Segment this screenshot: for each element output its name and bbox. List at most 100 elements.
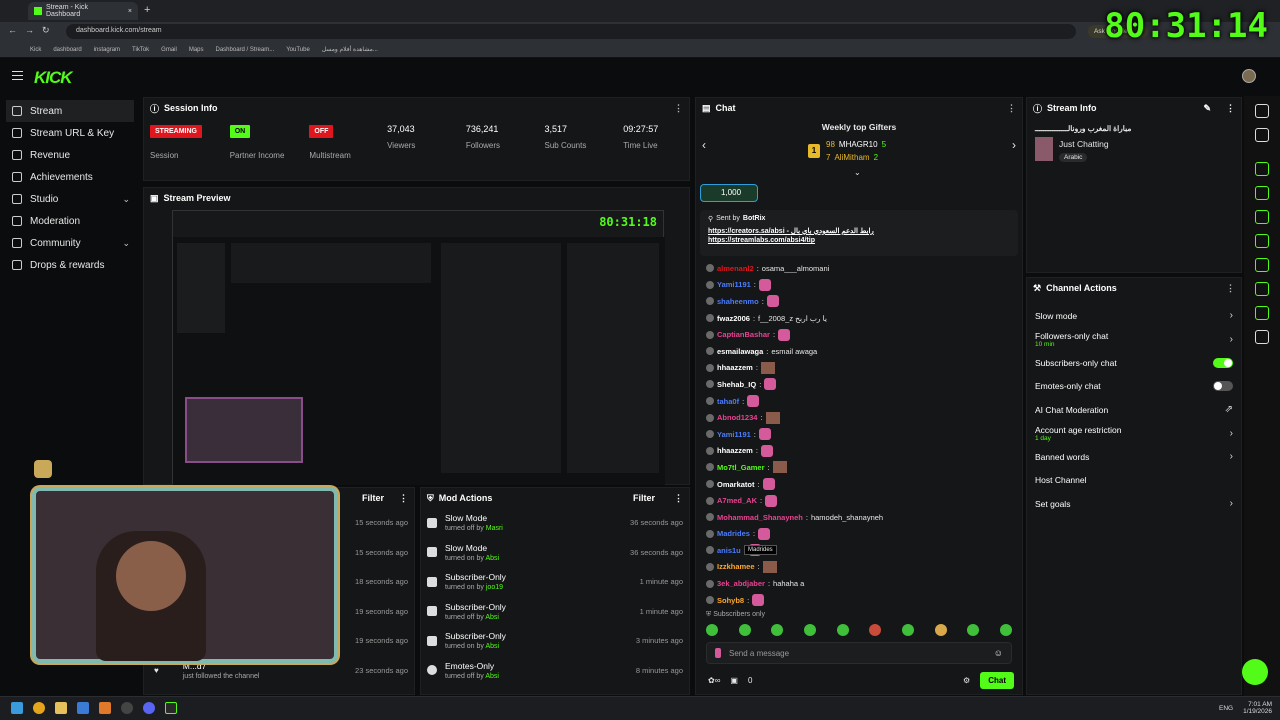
- chat-input-box[interactable]: Send a message ☺: [706, 642, 1012, 664]
- emote-shortcut-icon[interactable]: [836, 624, 849, 636]
- settings-icon[interactable]: ⚙: [963, 676, 970, 685]
- support-chat-button[interactable]: [1242, 659, 1268, 685]
- gifter-name[interactable]: AliMitham: [834, 153, 869, 162]
- emote-shortcut-icon[interactable]: [771, 624, 784, 636]
- community-icon[interactable]: [1255, 330, 1269, 344]
- more-icon[interactable]: ⋮: [674, 493, 683, 504]
- chat-username[interactable]: Mohammad_Shanayneh: [717, 513, 803, 522]
- mod-action-user[interactable]: Masri: [486, 525, 503, 532]
- gift-icon[interactable]: ▣: [730, 676, 738, 685]
- sidebar-item-studio[interactable]: Studio ⌄: [0, 188, 140, 210]
- chat-username[interactable]: almenanl2: [717, 264, 754, 273]
- edit-icon[interactable]: ✎: [1203, 103, 1211, 114]
- chat-username[interactable]: shaheenmo: [717, 297, 759, 306]
- chat-username[interactable]: Shehab_IQ: [717, 380, 756, 389]
- chat-username[interactable]: Yami1191: [717, 430, 751, 439]
- forward-icon[interactable]: →: [25, 25, 42, 35]
- obs-icon[interactable]: [121, 702, 133, 714]
- bookmark-3[interactable]: TikTok: [132, 47, 149, 53]
- broadcast-icon[interactable]: [1255, 258, 1269, 272]
- chat-username[interactable]: Abnod1234: [717, 413, 757, 422]
- bookmark-2[interactable]: instagram: [94, 47, 120, 53]
- next-gifters-icon[interactable]: ›: [1012, 138, 1016, 152]
- browser-tab[interactable]: Stream - Kick Dashboard ×: [28, 2, 138, 20]
- chat-username[interactable]: hhaazzem: [717, 363, 753, 372]
- chat-username[interactable]: hhaazzem: [717, 446, 753, 455]
- filter-button[interactable]: Filter: [362, 493, 384, 503]
- emote-shortcut-icon[interactable]: [999, 624, 1012, 636]
- pinned-text[interactable]: https://creators.sa/absi - رابط الدعم ال…: [708, 227, 1010, 235]
- chat-username[interactable]: Omarkatot: [717, 480, 755, 489]
- bookmark-4[interactable]: Gmail: [161, 47, 177, 53]
- lightning-icon[interactable]: [1255, 186, 1269, 200]
- stream-preview-video[interactable]: 80:31:18: [172, 210, 665, 485]
- pinned-link[interactable]: https://streamlabs.com/absi4/tip: [708, 237, 1010, 244]
- emote-shortcut-icon[interactable]: [738, 624, 751, 636]
- more-icon[interactable]: ⋮: [399, 493, 408, 504]
- store-icon[interactable]: [77, 702, 89, 714]
- menu-icon[interactable]: [12, 71, 23, 80]
- kicks-pill[interactable]: 1,000: [700, 184, 758, 202]
- windows-start-icon[interactable]: [11, 702, 23, 714]
- chat-username[interactable]: Izzkhamee: [717, 562, 755, 571]
- kick-logo[interactable]: KICK: [34, 68, 73, 88]
- info-icon[interactable]: [1255, 104, 1269, 118]
- set-goals-action[interactable]: Set goals ›: [1027, 492, 1241, 516]
- bookmark-6[interactable]: Dashboard / Stream...: [216, 47, 275, 53]
- chat-username[interactable]: 3ek_abdjaber: [717, 579, 765, 588]
- reload-icon[interactable]: ↻: [42, 25, 58, 35]
- user-avatar[interactable]: [1242, 69, 1256, 83]
- bookmark-8[interactable]: مشاهدة أفلام ومسل...: [322, 46, 378, 53]
- back-icon[interactable]: ←: [8, 25, 25, 35]
- sidebar-item-revenue[interactable]: Revenue: [0, 144, 140, 166]
- subscribers-only-toggle[interactable]: [1213, 357, 1233, 368]
- stream-category[interactable]: Just Chatting: [1059, 139, 1109, 149]
- emotes-only-toggle[interactable]: [1213, 381, 1233, 392]
- chat-username[interactable]: Yami1191: [717, 280, 751, 289]
- emote-shortcut-icon[interactable]: [803, 624, 816, 636]
- chat-username[interactable]: Sohyb8: [717, 596, 744, 605]
- emote-shortcut-icon[interactable]: [901, 624, 914, 636]
- mod-action-user[interactable]: Absi: [485, 614, 499, 621]
- send-chat-button[interactable]: Chat: [980, 672, 1014, 689]
- followers-only-action[interactable]: Followers-only chat 10 min ›: [1027, 328, 1241, 352]
- sidebar-item-moderation[interactable]: Moderation: [0, 210, 140, 232]
- camera-icon[interactable]: [1255, 162, 1269, 176]
- sidebar-item-stream-url[interactable]: Stream URL & Key: [0, 122, 140, 144]
- chat-username[interactable]: esmailawaga: [717, 347, 763, 356]
- account-age-action[interactable]: Account age restriction 1 day ›: [1027, 422, 1241, 446]
- mod-action-user[interactable]: Absi: [485, 643, 499, 650]
- chrome-icon[interactable]: [33, 702, 45, 714]
- sidebar-item-drops[interactable]: Drops & rewards: [0, 254, 140, 276]
- bookmark-0[interactable]: Kick: [30, 47, 41, 53]
- gifter-name[interactable]: MHAGR10: [839, 140, 878, 149]
- bookmark-7[interactable]: YouTube: [286, 47, 310, 53]
- chat-username[interactable]: A7med_AK: [717, 496, 757, 505]
- app-icon[interactable]: [99, 702, 111, 714]
- expand-icon[interactable]: ⌄: [854, 168, 861, 177]
- chat-username[interactable]: fwaz2006: [717, 314, 750, 323]
- sidebar-item-community[interactable]: Community ⌄: [0, 232, 140, 254]
- emote-shortcut-icon[interactable]: [706, 624, 718, 636]
- wrench-icon[interactable]: [1255, 306, 1269, 320]
- clock-time[interactable]: 7:01 AM: [1243, 701, 1272, 708]
- discord-icon[interactable]: [143, 702, 155, 714]
- more-icon[interactable]: ⋮: [1226, 103, 1235, 114]
- slow-mode-action[interactable]: Slow mode ›: [1027, 304, 1241, 328]
- chat-icon[interactable]: [1255, 234, 1269, 248]
- sidebar-item-stream[interactable]: Stream: [6, 100, 134, 122]
- close-tab-icon[interactable]: ×: [128, 8, 132, 15]
- ai-moderation-action[interactable]: AI Chat Moderation ⇗: [1027, 398, 1241, 422]
- filter-button[interactable]: Filter: [633, 493, 655, 503]
- document-icon[interactable]: [1255, 210, 1269, 224]
- bookmark-1[interactable]: dashboard: [53, 47, 81, 53]
- chat-username[interactable]: anis1u: [717, 546, 741, 555]
- mod-action-user[interactable]: Absi: [485, 555, 499, 562]
- more-icon[interactable]: ⋮: [1226, 283, 1235, 294]
- sidebar-item-achievements[interactable]: Achievements: [0, 166, 140, 188]
- mod-action-user[interactable]: joo19: [486, 584, 503, 591]
- kicks-icon[interactable]: ✿∞: [708, 676, 720, 685]
- mod-action-user[interactable]: Absi: [485, 673, 499, 680]
- more-icon[interactable]: ⋮: [1007, 103, 1016, 114]
- edit-icon[interactable]: [1255, 128, 1269, 142]
